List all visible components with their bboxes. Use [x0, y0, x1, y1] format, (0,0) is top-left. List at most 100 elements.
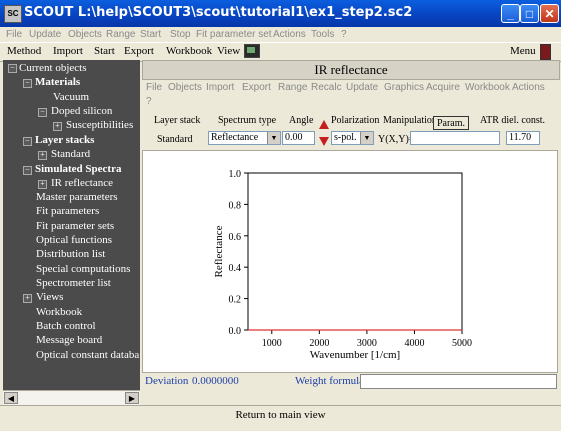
tree-item-special-computations[interactable]: Special computations [36, 263, 130, 275]
tree-item-distribution-list[interactable]: Distribution list [36, 248, 105, 260]
panel-menu-graphics[interactable]: Graphics [384, 82, 424, 93]
deviation-label: Deviation [145, 375, 189, 387]
panel-menu-export[interactable]: Export [242, 82, 271, 93]
panel-menu-import[interactable]: Import [206, 82, 234, 93]
panel-menu-actions[interactable]: Actions [512, 82, 545, 93]
expand-icon[interactable]: + [53, 122, 62, 131]
angle-input[interactable]: 0.00 [282, 131, 315, 145]
menu-help[interactable]: ? [341, 27, 347, 43]
layer-stack-label: Layer stack [154, 115, 201, 126]
panel-menu-help[interactable]: ? [146, 96, 152, 107]
menu-fit-parameter-set[interactable]: Fit parameter set [196, 27, 272, 43]
menu-start-2[interactable]: Start [94, 45, 115, 57]
polarization-value: s-pol. [334, 132, 357, 143]
panel-menu-file[interactable]: File [146, 82, 162, 93]
expand-icon[interactable]: + [38, 180, 47, 189]
minimize-button[interactable]: _ [501, 4, 520, 23]
menu-stop[interactable]: Stop [170, 27, 191, 43]
deviation-value: 0.0000000 [192, 375, 239, 387]
collapse-icon[interactable]: − [23, 166, 32, 175]
menu-method[interactable]: Method [7, 45, 41, 57]
maximize-button[interactable]: □ [520, 4, 539, 23]
yxy-input[interactable] [410, 131, 500, 145]
tree-item-susceptibilities[interactable]: Susceptibilities [66, 119, 133, 131]
x-tick-label: 3000 [357, 338, 377, 349]
return-to-main-view-button[interactable]: Return to main view [0, 409, 561, 421]
object-tree: − Current objects − Materials Vacuum − D… [3, 60, 140, 390]
menu-tools[interactable]: Tools [311, 27, 334, 43]
panel-menu-update[interactable]: Update [346, 82, 378, 93]
expand-icon[interactable]: + [38, 151, 47, 160]
panel-menu-acquire[interactable]: Acquire [426, 82, 460, 93]
x-tick-label: 2000 [309, 338, 329, 349]
menu-import[interactable]: Import [53, 45, 83, 57]
menu-range[interactable]: Range [106, 27, 135, 43]
collapse-icon[interactable]: − [23, 79, 32, 88]
y-tick-label: 0.0 [229, 326, 242, 337]
menu-actions[interactable]: Actions [273, 27, 306, 43]
spectrum-type-select[interactable]: Reflectance ▼ [208, 131, 281, 145]
tree-item-fit-parameter-sets[interactable]: Fit parameter sets [36, 220, 114, 232]
scroll-left-icon[interactable]: ◀ [4, 392, 18, 404]
menu-menu[interactable]: Menu [510, 45, 536, 57]
tree-item-vacuum[interactable]: Vacuum [53, 91, 89, 103]
tree-item-spectrometer-list[interactable]: Spectrometer list [36, 277, 111, 289]
tree-item-optical-functions[interactable]: Optical functions [36, 234, 112, 246]
tree-item-batch-control[interactable]: Batch control [36, 320, 96, 332]
tree-item-materials[interactable]: Materials [35, 76, 80, 88]
menu-update[interactable]: Update [29, 27, 61, 43]
menu-view[interactable]: View [217, 45, 240, 57]
collapse-icon[interactable]: − [38, 108, 47, 117]
panel-menu-objects[interactable]: Objects [168, 82, 202, 93]
panel-menu-workbook[interactable]: Workbook [465, 82, 510, 93]
tree-horizontal-scrollbar[interactable]: ◀ ▶ [3, 390, 140, 405]
collapse-icon[interactable]: − [23, 137, 32, 146]
menu-export[interactable]: Export [124, 45, 154, 57]
spectrum-type-label: Spectrum type [218, 115, 277, 126]
collapse-icon[interactable]: − [8, 64, 17, 73]
arrow-up-icon[interactable] [319, 120, 329, 129]
tree-item-workbook[interactable]: Workbook [36, 306, 82, 318]
tree-item-fit-parameters[interactable]: Fit parameters [36, 205, 99, 217]
menu-objects[interactable]: Objects [68, 27, 102, 43]
spectrum-controls: Layer stack Standard Spectrum type Refle… [142, 113, 558, 147]
menu-workbook[interactable]: Workbook [166, 45, 212, 57]
weight-formula-input[interactable] [360, 374, 557, 389]
device-icon[interactable] [540, 44, 551, 60]
dropdown-arrow-icon[interactable]: ▼ [360, 132, 373, 144]
polarization-select[interactable]: s-pol. ▼ [331, 131, 374, 145]
scroll-right-icon[interactable]: ▶ [125, 392, 139, 404]
param-button[interactable]: Param. [433, 116, 469, 130]
tree-item-layer-stacks[interactable]: Layer stacks [35, 134, 94, 146]
expand-icon[interactable]: + [23, 294, 32, 303]
tree-item-ir-reflectance[interactable]: IR reflectance [51, 177, 113, 189]
panel-menu-range[interactable]: Range [278, 82, 307, 93]
dropdown-arrow-icon[interactable]: ▼ [267, 132, 280, 144]
tree-item-master-parameters[interactable]: Master parameters [36, 191, 118, 203]
panel-title: IR reflectance [142, 60, 560, 80]
y-tick-label: 0.8 [229, 200, 242, 211]
menu-start[interactable]: Start [140, 27, 161, 43]
y-tick-label: 0.6 [229, 232, 242, 243]
spectrum-type-value: Reflectance [211, 132, 259, 143]
tree-item-simulated-spectra[interactable]: Simulated Spectra [35, 163, 121, 175]
atr-value: 11.70 [509, 132, 532, 143]
arrow-down-icon[interactable] [319, 137, 329, 146]
spectrum-plot[interactable]: 0.0 0.2 0.4 0.6 0.8 1.0 1000 2000 3000 4000 5000 Wa… [142, 150, 558, 373]
close-button[interactable]: ✕ [540, 4, 559, 23]
tree-item-optical-constant-database[interactable]: Optical constant databa [36, 349, 139, 361]
weight-formula-label: Weight formula: [295, 375, 368, 387]
tree-item-doped-silicon[interactable]: Doped silicon [51, 105, 112, 117]
atr-input[interactable]: 11.70 [506, 131, 540, 145]
menu-file[interactable]: File [6, 27, 22, 43]
spectrum-panel: IR reflectance File Objects Import Expor… [142, 60, 561, 405]
monitor-icon[interactable] [244, 44, 260, 58]
tree-item-message-board[interactable]: Message board [36, 334, 102, 346]
window-title: SCOUT L:\help\SCOUT3\scout\tutorial1\ex1… [24, 5, 413, 20]
tree-item-standard[interactable]: Standard [51, 148, 90, 160]
tree-item-current-objects[interactable]: Current objects [19, 62, 87, 74]
y-tick-label: 0.4 [229, 263, 242, 274]
y-tick-label: 1.0 [229, 169, 242, 180]
panel-menu-recalc[interactable]: Recalc [311, 82, 342, 93]
tree-item-views[interactable]: Views [36, 291, 63, 303]
